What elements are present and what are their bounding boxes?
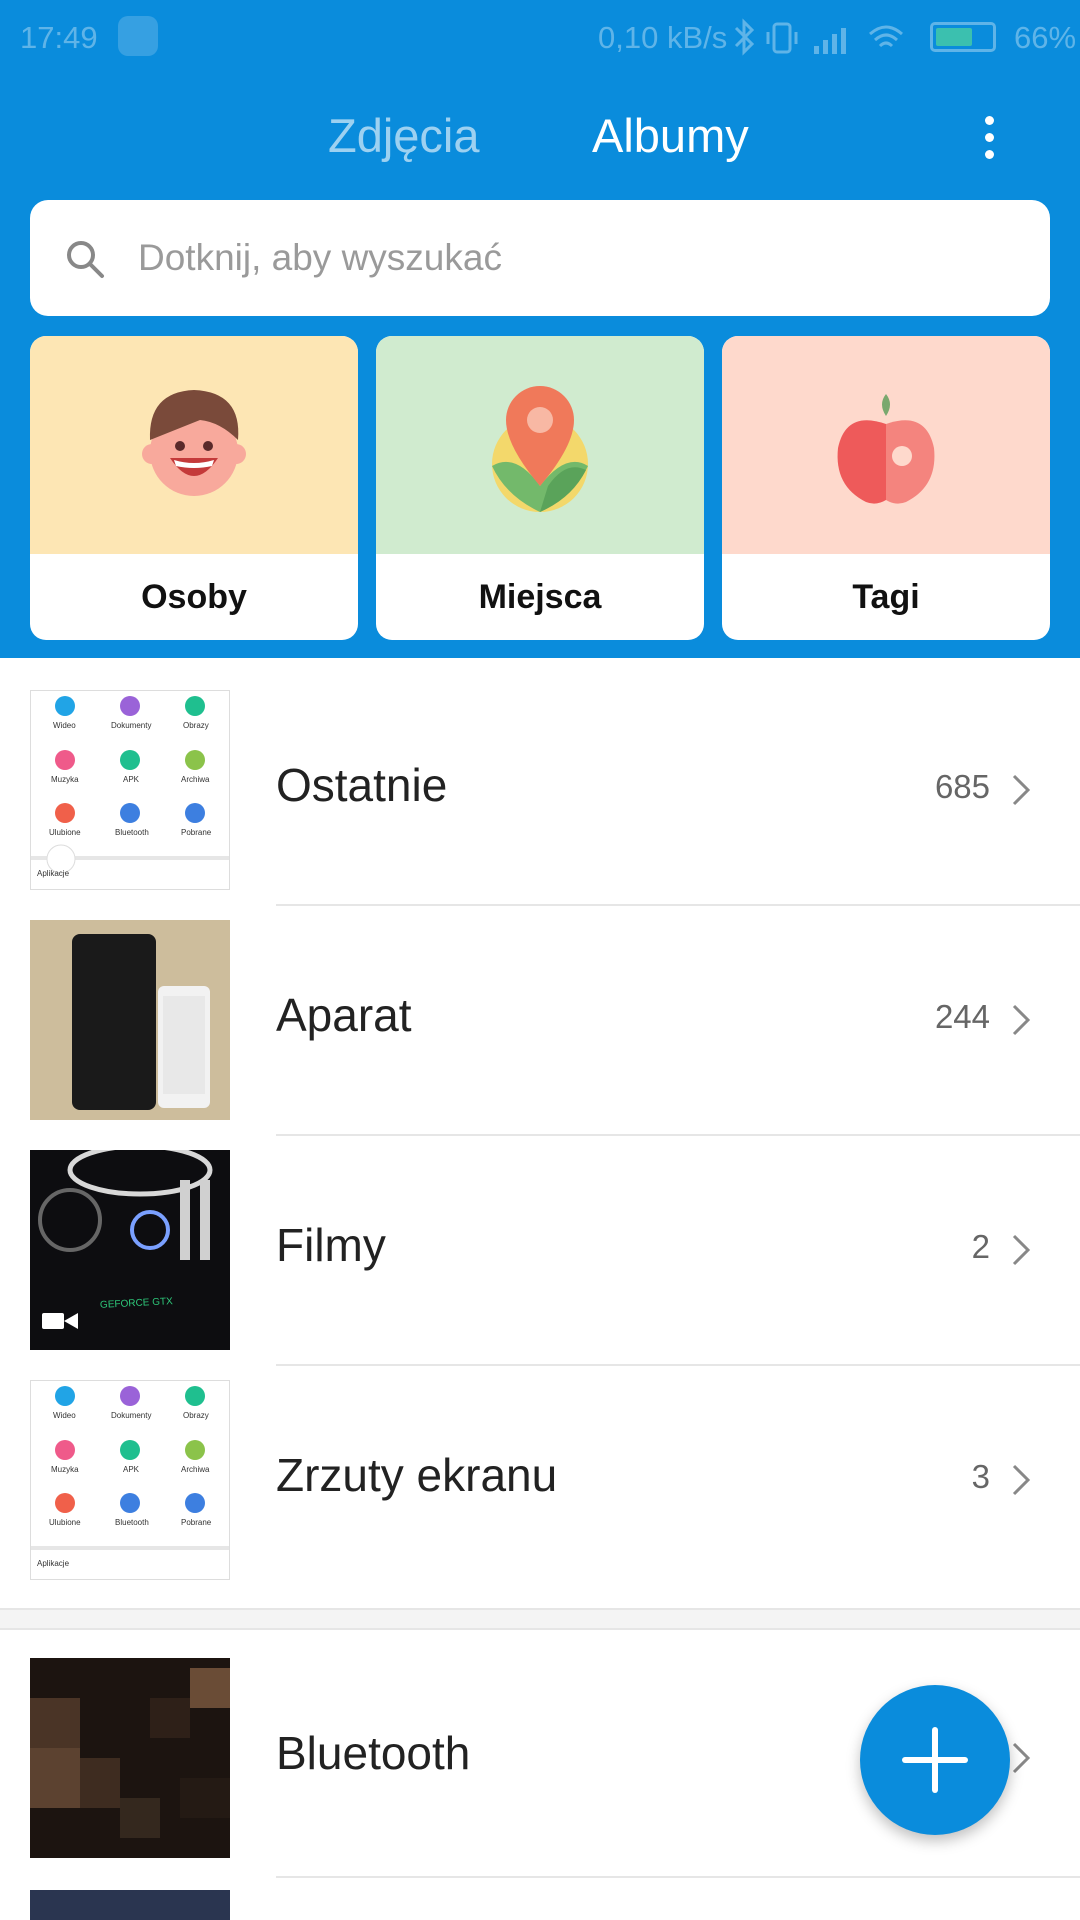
section-divider xyxy=(0,1608,1080,1630)
thumb-label: Ulubione xyxy=(49,1518,81,1527)
album-count: 2 xyxy=(971,1228,990,1265)
album-name: Filmy xyxy=(276,1219,386,1271)
thumb-label: Pobrane xyxy=(181,828,212,837)
thumb-label: Archiwa xyxy=(181,1465,210,1474)
album-name: Zrzuty ekranu xyxy=(276,1449,558,1501)
thumb-label: Aplikacje xyxy=(37,869,70,878)
thumb-label: Muzyka xyxy=(51,1465,79,1474)
apple-icon xyxy=(722,336,1050,554)
album-count: 685 xyxy=(934,768,990,805)
more-options-icon[interactable] xyxy=(972,112,1008,162)
category-label: Miejsca xyxy=(478,578,602,616)
chevron-right-icon xyxy=(1012,1464,1031,1496)
vibrate-icon xyxy=(772,22,792,54)
thumb-label: Wideo xyxy=(53,721,76,730)
chevron-right-icon xyxy=(1012,1234,1031,1266)
album-thumbnail: GEFORCE GTX xyxy=(30,1150,230,1350)
thumb-label: Muzyka xyxy=(51,775,79,784)
category-label: Osoby xyxy=(141,578,247,616)
divider xyxy=(276,904,1080,906)
chevron-right-icon xyxy=(1012,774,1031,806)
search-placeholder: Dotknij, aby wyszukać xyxy=(138,237,502,278)
chevron-right-icon xyxy=(1012,1004,1031,1036)
album-row-screenshots[interactable]: Wideo Dokumenty Obrazy Muzyka APK Archiw… xyxy=(0,1380,1080,1580)
album-thumbnail: Wideo Dokumenty Obrazy Muzyka APK Archiw… xyxy=(30,1380,230,1580)
thumb-label: Dokumenty xyxy=(111,1411,152,1420)
album-count: 3 xyxy=(971,1458,990,1495)
divider xyxy=(276,1134,1080,1136)
thumb-label: Bluetooth xyxy=(115,1518,149,1527)
category-places[interactable]: Miejsca xyxy=(376,336,704,640)
thumb-label: APK xyxy=(123,775,140,784)
pixelated-photo xyxy=(30,1658,230,1858)
header: 17:49 0,10 kB/s 66% Zdjęcia Albumy Dotkn… xyxy=(0,0,1080,658)
category-people[interactable]: Osoby xyxy=(30,336,358,640)
notification-icon xyxy=(118,16,158,56)
tab-bar: Zdjęcia Albumy xyxy=(0,100,1080,180)
album-count: 244 xyxy=(934,998,990,1035)
wifi-icon xyxy=(869,25,903,48)
album-thumbnail xyxy=(30,920,230,1120)
thumb-label: Ulubione xyxy=(49,828,81,837)
album-row-videos[interactable]: GEFORCE GTX Filmy 2 xyxy=(0,1150,1080,1350)
signal-icon xyxy=(814,28,846,54)
thumb-label: Bluetooth xyxy=(115,828,149,837)
album-name: Aparat xyxy=(276,989,412,1041)
battery-percent: 66% xyxy=(1014,20,1077,55)
status-icons xyxy=(734,18,903,56)
album-row-recent[interactable]: Wideo Dokumenty Obrazy Muzyka APK Archiw… xyxy=(0,690,1080,890)
battery-fill xyxy=(936,28,972,46)
thumb-label: Pobrane xyxy=(181,1518,212,1527)
album-name: Ostatnie xyxy=(276,759,448,811)
network-speed: 0,10 kB/s xyxy=(598,20,728,55)
divider xyxy=(276,1364,1080,1366)
bluetooth-icon xyxy=(734,18,755,56)
album-thumbnail-partial[interactable] xyxy=(30,1890,230,1920)
search-icon xyxy=(67,241,104,278)
face-icon xyxy=(30,336,358,554)
pc-video-thumbnail xyxy=(30,1150,230,1350)
status-bar: 17:49 0,10 kB/s 66% xyxy=(0,0,1080,76)
thumb-label: APK xyxy=(123,1465,140,1474)
chevron-right-icon xyxy=(1012,1742,1031,1774)
thumb-label: Wideo xyxy=(53,1411,76,1420)
tab-photos[interactable]: Zdjęcia xyxy=(328,108,480,163)
album-thumbnail xyxy=(30,1658,230,1858)
category-tags[interactable]: Tagi xyxy=(722,336,1050,640)
thumb-label: Aplikacje xyxy=(37,1559,70,1568)
divider xyxy=(276,1876,1080,1878)
album-name: Bluetooth xyxy=(276,1727,471,1779)
tab-albums[interactable]: Albumy xyxy=(592,108,749,163)
album-row-camera[interactable]: Aparat 244 xyxy=(0,920,1080,1120)
devices-photo xyxy=(30,920,230,1120)
album-thumbnail: Wideo Dokumenty Obrazy Muzyka APK Archiw… xyxy=(30,690,230,890)
status-time: 17:49 xyxy=(20,20,98,55)
thumb-label: Obrazy xyxy=(183,721,209,730)
category-label: Tagi xyxy=(852,578,920,616)
thumb-label: Obrazy xyxy=(183,1411,209,1420)
plus-icon xyxy=(902,1727,968,1793)
thumb-label: Dokumenty xyxy=(111,721,152,730)
location-pin-icon xyxy=(376,336,704,554)
search-bar[interactable]: Dotknij, aby wyszukać xyxy=(30,200,1050,316)
battery-icon xyxy=(930,22,996,52)
add-album-button[interactable] xyxy=(860,1685,1010,1835)
thumb-label: Archiwa xyxy=(181,775,210,784)
